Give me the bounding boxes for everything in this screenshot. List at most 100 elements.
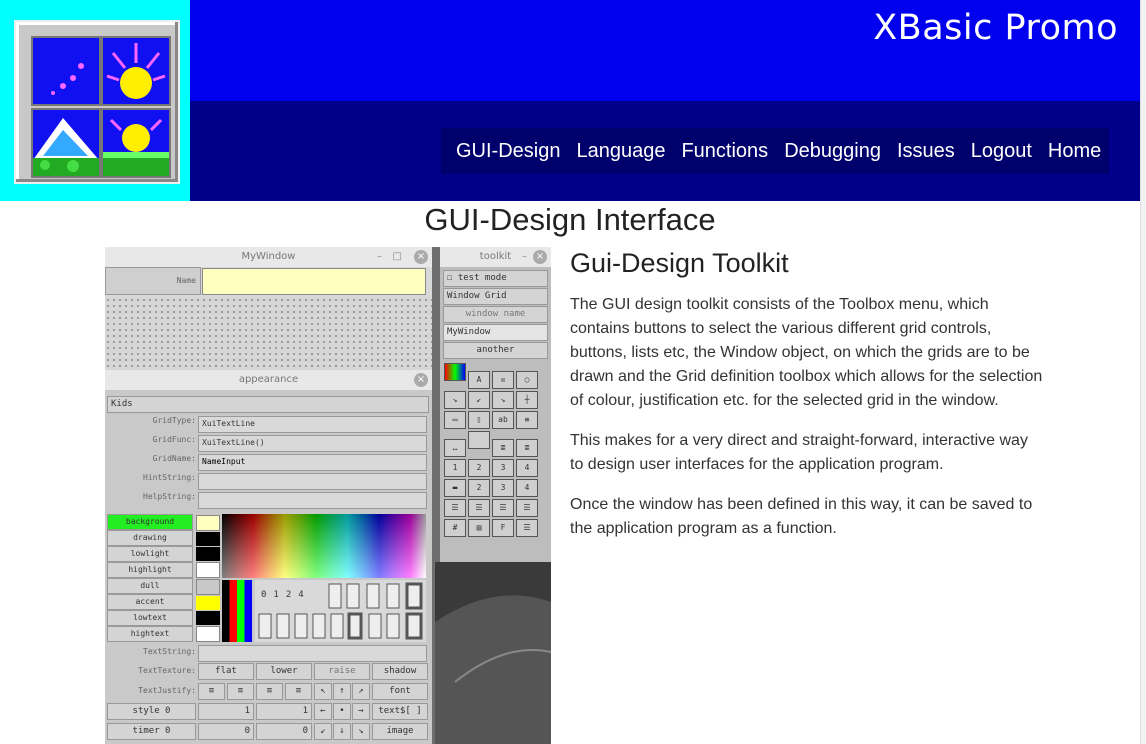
blank-tool-icon[interactable] <box>468 431 490 449</box>
justify-right-icon[interactable]: ≡ <box>256 683 283 700</box>
arrow-e-icon[interactable]: → <box>352 703 370 720</box>
style-spinner[interactable]: 1 <box>198 703 254 720</box>
slider-tool-icon[interactable]: ▭ <box>444 411 466 429</box>
fonts-tool-icon[interactable]: F <box>492 519 514 537</box>
radio-tool-icon[interactable]: ○ <box>516 371 538 389</box>
grid-canvas[interactable] <box>105 297 432 377</box>
browser-scrollbar[interactable] <box>1140 0 1146 744</box>
window-name-input[interactable]: MyWindow <box>443 324 548 341</box>
textstring-input[interactable] <box>198 645 427 662</box>
arrow-s-icon[interactable]: ↓ <box>333 723 351 740</box>
nav-issues[interactable]: Issues <box>889 140 963 163</box>
gridtype-input[interactable]: XuiTextLine <box>198 416 427 433</box>
maximize-icon[interactable]: □ <box>393 247 402 267</box>
base-colors[interactable] <box>222 580 252 642</box>
button-tool-icon[interactable]: 4 <box>516 479 538 497</box>
timer-spinner[interactable]: 0 <box>256 723 312 740</box>
table-tool-icon[interactable]: ▤ <box>468 519 490 537</box>
scroll-tool-icon[interactable]: ▯ <box>468 411 490 429</box>
justify-left-icon[interactable]: ≡ <box>198 683 225 700</box>
button-tool-icon[interactable]: 2 <box>468 479 490 497</box>
grid-tool-icon[interactable]: ┼ <box>516 391 538 409</box>
window-grid-menu[interactable]: Window Grid <box>443 288 548 305</box>
site-logo[interactable] <box>14 20 180 184</box>
arrow-ne-icon[interactable]: ↗ <box>352 683 370 700</box>
helpstring-input[interactable] <box>198 492 427 509</box>
test-mode-checkbox[interactable]: ☐ test mode <box>443 270 548 287</box>
texture-lower-button[interactable]: lower <box>256 663 312 680</box>
text-tool-icon[interactable]: A <box>468 371 490 389</box>
arrow-tool-icon[interactable]: ↙ <box>468 391 490 409</box>
timer-spinner[interactable]: 0 <box>198 723 254 740</box>
range-tool-icon[interactable]: … <box>444 439 466 457</box>
nav-language[interactable]: Language <box>568 140 673 163</box>
menu-tool-icon[interactable]: ☰ <box>492 499 514 517</box>
button-tool-icon[interactable]: 1 <box>444 459 466 477</box>
button-tool-icon[interactable]: 4 <box>516 459 538 477</box>
list-tool-icon[interactable]: ≣ <box>516 439 538 457</box>
menu-tool-icon[interactable]: ☰ <box>516 519 538 537</box>
arrow-tool-icon[interactable]: ↘ <box>444 391 466 409</box>
field-row: GridFunc: XuiTextLine() <box>107 435 429 454</box>
text-array-button[interactable]: text$[ ] <box>372 703 428 720</box>
color-dull-button[interactable]: dull <box>107 578 193 594</box>
textarea-tool-icon[interactable]: ab <box>492 411 514 429</box>
another-button[interactable]: another <box>443 342 548 359</box>
justify-center-icon[interactable]: ≡ <box>227 683 254 700</box>
menu-tool-icon[interactable]: ☰ <box>516 499 538 517</box>
color-background-button[interactable]: background <box>107 514 193 530</box>
border-style-icons[interactable] <box>255 580 426 642</box>
name-input[interactable] <box>202 268 426 295</box>
nav-debugging[interactable]: Debugging <box>776 140 889 163</box>
hintstring-input[interactable] <box>198 473 427 490</box>
gridfunc-input[interactable]: XuiTextLine() <box>198 435 427 452</box>
hash-tool-icon[interactable]: # <box>444 519 466 537</box>
minimize-icon[interactable]: – <box>377 247 382 267</box>
close-icon[interactable]: × <box>533 250 547 264</box>
nav-functions[interactable]: Functions <box>673 140 776 163</box>
arrow-tool-icon[interactable]: ↘ <box>492 391 514 409</box>
color-palette[interactable] <box>222 514 426 578</box>
font-button[interactable]: font <box>372 683 428 700</box>
gridname-input[interactable]: NameInput <box>198 454 427 471</box>
color-hightext-button[interactable]: hightext <box>107 626 193 642</box>
color-highlight-button[interactable]: highlight <box>107 562 193 578</box>
color-drawing-button[interactable]: drawing <box>107 530 193 546</box>
center-dot-icon[interactable]: • <box>333 703 351 720</box>
button-tool-icon[interactable]: 2 <box>468 459 490 477</box>
kids-label: Kids <box>107 396 429 413</box>
progress-tool-icon[interactable]: ▬ <box>444 479 466 497</box>
menu-tool-icon[interactable]: ☰ <box>468 499 490 517</box>
minimize-icon[interactable]: – <box>522 247 527 267</box>
color-lowlight-button[interactable]: lowlight <box>107 546 193 562</box>
timer-label: timer 0 <box>107 723 196 740</box>
field-row: GridType: XuiTextLine <box>107 416 429 435</box>
nav-logout[interactable]: Logout <box>963 140 1040 163</box>
texture-raise-button[interactable]: raise <box>314 663 370 680</box>
color-lowtext-button[interactable]: lowtext <box>107 610 193 626</box>
color-swatches <box>196 514 220 643</box>
texture-shadow-button[interactable]: shadow <box>372 663 428 680</box>
arrow-sw-icon[interactable]: ↙ <box>314 723 332 740</box>
justify-full-icon[interactable]: ≡ <box>285 683 312 700</box>
nav-gui-design[interactable]: GUI-Design <box>441 140 568 163</box>
list-tool-icon[interactable]: ≡ <box>516 411 538 429</box>
list-tool-icon[interactable]: ≣ <box>492 439 514 457</box>
color-accent-button[interactable]: accent <box>107 594 193 610</box>
arrow-n-icon[interactable]: ↑ <box>333 683 351 700</box>
color-labels: background drawing lowlight highlight du… <box>107 514 193 642</box>
color-tool-icon[interactable] <box>444 363 466 381</box>
arrow-w-icon[interactable]: ← <box>314 703 332 720</box>
button-tool-icon[interactable]: 3 <box>492 459 514 477</box>
button-tool-icon[interactable]: 3 <box>492 479 514 497</box>
nav-home[interactable]: Home <box>1040 140 1109 163</box>
close-icon[interactable]: × <box>414 373 428 387</box>
checkbox-tool-icon[interactable]: ☒ <box>492 371 514 389</box>
menu-tool-icon[interactable]: ☰ <box>444 499 466 517</box>
arrow-se-icon[interactable]: ↘ <box>352 723 370 740</box>
image-button[interactable]: image <box>372 723 428 740</box>
texture-flat-button[interactable]: flat <box>198 663 254 680</box>
close-icon[interactable]: × <box>414 250 428 264</box>
style-spinner[interactable]: 1 <box>256 703 312 720</box>
arrow-nw-icon[interactable]: ↖ <box>314 683 332 700</box>
